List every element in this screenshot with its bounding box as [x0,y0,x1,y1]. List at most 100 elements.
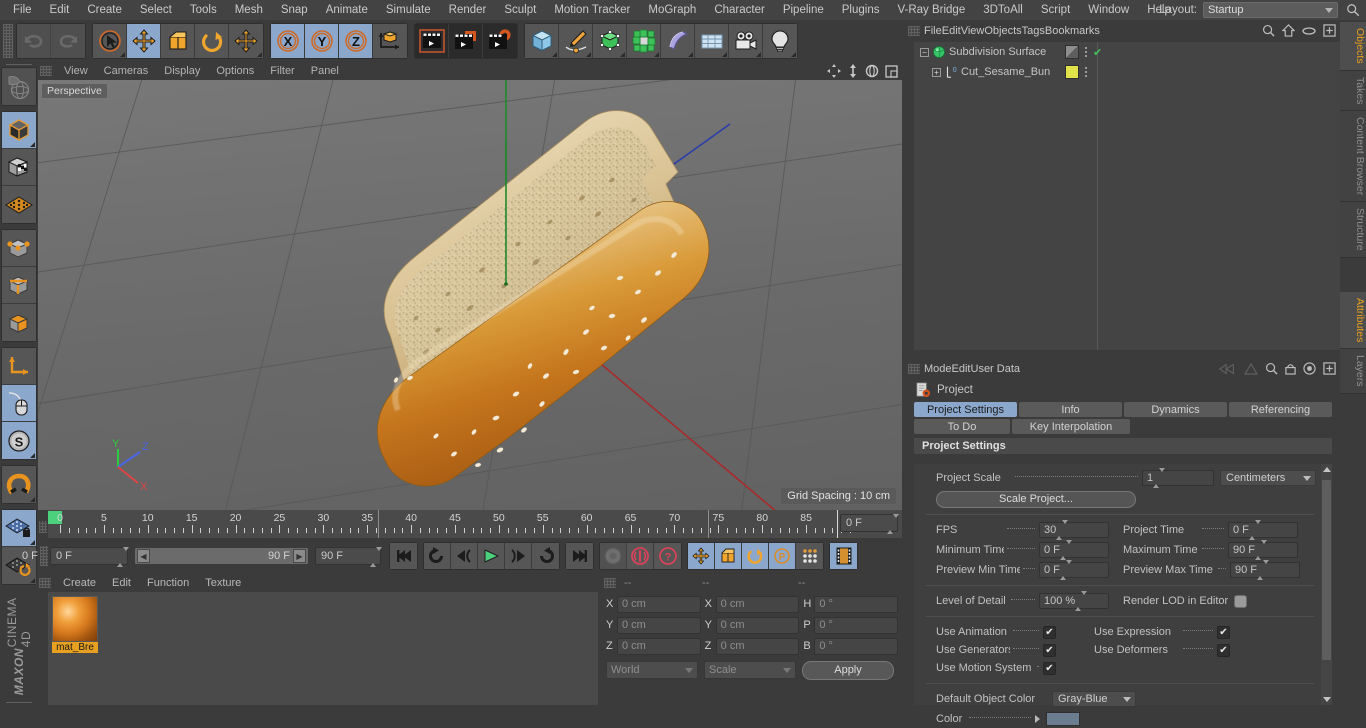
add-scene-button[interactable] [695,24,729,58]
model-mode-button[interactable] [2,112,36,150]
color-expand-arrow-icon[interactable] [1035,715,1040,723]
object-row-name-cell[interactable]: + 0 Cut_Sesame_Bun [932,65,1065,79]
left-toolbar-grip-bottom[interactable] [6,701,32,703]
live-selection-button[interactable] [93,24,127,58]
spinner-icon[interactable] [1257,560,1270,580]
object-manager-grip[interactable] [908,26,920,36]
axis-mode-button[interactable] [2,348,36,386]
viewport-menu-view[interactable]: View [56,62,96,80]
redo-button[interactable] [51,24,85,58]
expand-icon[interactable] [1323,24,1336,37]
object-menu-objects[interactable]: Objects [984,25,1021,37]
scroll-down-arrow-icon[interactable] [1323,697,1331,702]
add-deformer-button[interactable] [661,24,695,58]
menu-character[interactable]: Character [705,0,774,20]
checkbox-use-motion-system[interactable]: ✔ [1043,661,1056,675]
viewport-menu-cameras[interactable]: Cameras [96,62,157,80]
spinner-icon[interactable] [1059,540,1072,560]
coord-field-pos-x[interactable]: 0 cm [617,595,701,613]
lock-workplane-button[interactable] [2,510,36,548]
menu-pipeline[interactable]: Pipeline [774,0,833,20]
object-menu-tags[interactable]: Tags [1022,25,1045,37]
menu-render[interactable]: Render [440,0,496,20]
coord-field-size-x[interactable]: 0 cm [715,595,800,613]
spinner-icon[interactable] [1056,520,1069,540]
scale-tool-button[interactable] [161,24,195,58]
checkbox-use-expression[interactable]: ✔ [1217,625,1230,639]
lock-z-axis-button[interactable]: Z [339,24,373,58]
tab-referencing[interactable]: Referencing [1229,402,1332,417]
expand-icon[interactable]: + [932,67,941,77]
color-swatch[interactable] [1046,712,1080,726]
orbit-icon[interactable] [865,64,879,78]
keyframe-selection-button[interactable]: ? [654,543,681,569]
viewport-grip[interactable] [40,66,52,76]
spinner-icon[interactable] [887,514,899,534]
position-key-button[interactable] [688,543,715,569]
menu-motion-tracker[interactable]: Motion Tracker [545,0,639,20]
object-material-tag[interactable] [1065,65,1079,79]
object-row-subdivision-surface[interactable]: − Subdivision Surface ✔ [914,42,1340,62]
vtab-objects[interactable]: Objects [1340,22,1366,71]
point-level-animation-button[interactable] [796,543,823,569]
menu-sculpt[interactable]: Sculpt [495,0,545,20]
parameter-key-button[interactable]: P [769,543,796,569]
previous-frame-button[interactable] [451,543,478,569]
field-fps[interactable]: 30 [1039,520,1109,540]
checkbox-use-deformers[interactable]: ✔ [1217,643,1230,657]
attributes-menu-mode[interactable]: Mode [924,363,952,375]
go-to-start-button[interactable] [390,543,417,569]
spinner-icon[interactable] [117,547,129,567]
pan-icon[interactable] [827,64,841,78]
material-manager-grip[interactable] [39,578,51,588]
add-cube-button[interactable] [525,24,559,58]
workplane-compass-button[interactable]: S [2,422,36,460]
attributes-grip[interactable] [908,364,920,374]
dolly-icon[interactable] [847,64,859,78]
object-enabled-check-icon[interactable]: ✔ [1093,46,1102,59]
search-icon[interactable] [1346,3,1360,17]
vtab-attributes[interactable]: Attributes [1340,291,1366,350]
menu-script[interactable]: Script [1032,0,1079,20]
texture-mode-button[interactable] [2,149,36,187]
material-menu-texture[interactable]: Texture [197,574,249,592]
menu-3dtoall[interactable]: 3DToAll [974,0,1032,20]
coord-mode-select[interactable]: World [606,661,698,679]
object-row-name-cell[interactable]: − Subdivision Surface [920,45,1065,59]
viewport-canvas[interactable]: Perspective Grid Spacing : 10 cm Y Z X [38,80,902,510]
world-object-coordinates-button[interactable] [373,24,407,58]
render-settings-button[interactable] [483,24,517,58]
object-menu-edit[interactable]: Edit [942,25,961,37]
object-visibility-tag[interactable] [1065,45,1079,59]
spinner-icon[interactable] [1248,520,1261,540]
add-light-button[interactable] [763,24,797,58]
play-backwards-loop-button[interactable] [424,543,451,569]
tab-info[interactable]: Info [1019,402,1122,417]
material-menu-create[interactable]: Create [55,574,104,592]
menu-plugins[interactable]: Plugins [833,0,889,20]
menu-simulate[interactable]: Simulate [377,0,440,20]
coord-field-rot-b[interactable]: 0 ° [814,637,899,655]
vtab-takes[interactable]: Takes [1340,70,1366,112]
field-preview-max-time[interactable]: 90 F [1230,560,1300,580]
object-menu-file[interactable]: File [924,25,942,37]
spinner-icon[interactable] [1075,591,1088,611]
attributes-menu-edit[interactable]: Edit [952,363,971,375]
forward-nav-icon[interactable] [1244,362,1258,375]
field-maximum-time[interactable]: 90 F [1228,540,1298,560]
search-icon[interactable] [1262,24,1275,37]
lock-y-axis-button[interactable]: Y [305,24,339,58]
uv-mesh-mode-button[interactable] [2,186,36,224]
coord-field-rot-p[interactable]: 0 ° [814,616,899,634]
back-nav-icon[interactable] [1219,362,1237,375]
add-camera-button[interactable] [729,24,763,58]
home-icon[interactable] [1282,24,1295,37]
vtab-structure[interactable]: Structure [1340,202,1366,258]
timeline-grip[interactable] [39,521,47,533]
tab-project-settings[interactable]: Project Settings [914,402,1017,417]
timeline-toggle-button[interactable] [830,543,857,569]
material-thumbnail[interactable] [52,596,98,642]
coord-transform-select[interactable]: Scale [704,661,796,679]
menu-animate[interactable]: Animate [317,0,377,20]
maximize-icon[interactable] [885,64,898,78]
